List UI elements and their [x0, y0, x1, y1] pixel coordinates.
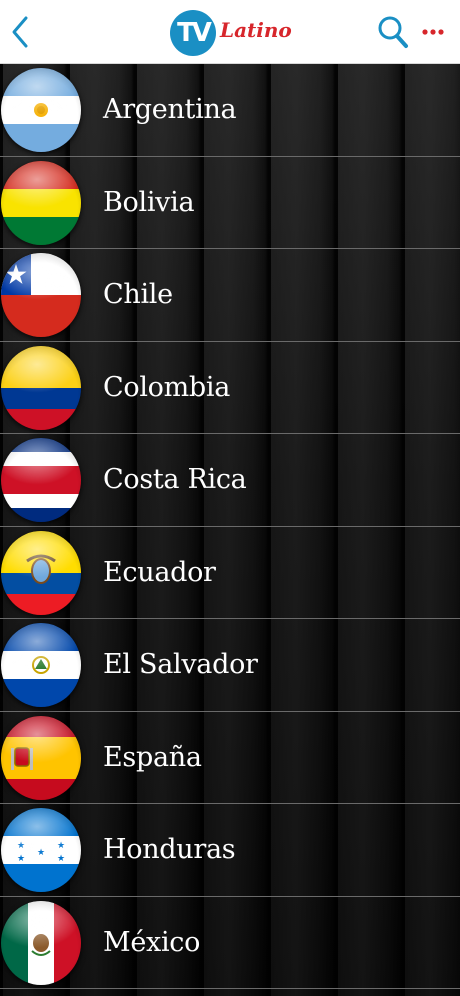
colombia-flag-icon	[1, 345, 81, 430]
search-button[interactable]	[376, 14, 410, 50]
country-name: El Salvador	[103, 649, 258, 680]
country-name: Honduras	[103, 834, 236, 865]
more-options-button[interactable]	[420, 20, 446, 44]
bolivia-flag-icon	[1, 160, 81, 245]
svg-text:★: ★	[57, 841, 65, 851]
country-row-honduras[interactable]: ★ ★ ★ ★ ★ Honduras	[0, 804, 460, 897]
mexico-flag-icon	[1, 900, 81, 985]
country-list: Argentina Bolivia Chile Colombia Costa R…	[0, 64, 460, 996]
app-logo: TV Latino	[170, 8, 292, 56]
top-bar: TV Latino	[0, 0, 460, 64]
country-row-chile[interactable]: Chile	[0, 249, 460, 342]
country-row-costa-rica[interactable]: Costa Rica	[0, 434, 460, 527]
country-row-colombia[interactable]: Colombia	[0, 342, 460, 434]
country-row-espana[interactable]: España	[0, 712, 460, 804]
search-icon	[378, 16, 408, 48]
country-row-ecuador[interactable]: Ecuador	[0, 527, 460, 619]
svg-text:★: ★	[57, 854, 65, 864]
country-row-mexico[interactable]: México	[0, 897, 460, 989]
logo-tv-badge: TV	[170, 10, 216, 56]
app-screen: TV Latino Argentina Bolivia Chile Colomb…	[0, 0, 460, 996]
country-name: Ecuador	[103, 556, 216, 588]
chile-flag-icon	[1, 253, 81, 337]
back-button[interactable]	[6, 12, 36, 52]
country-row-bolivia[interactable]: Bolivia	[0, 157, 460, 249]
logo-wordmark: Latino	[220, 18, 292, 42]
country-name: España	[103, 741, 202, 773]
country-name: Costa Rica	[103, 464, 247, 495]
el-salvador-flag-icon	[1, 623, 81, 707]
country-name: México	[103, 926, 201, 958]
country-name: Argentina	[103, 94, 237, 125]
honduras-flag-icon: ★ ★ ★ ★ ★	[1, 808, 81, 892]
country-name: Chile	[103, 279, 173, 310]
ecuador-flag-icon	[1, 530, 81, 615]
country-name: Colombia	[103, 371, 231, 403]
country-row-el-salvador[interactable]: El Salvador	[0, 619, 460, 712]
chevron-left-icon	[12, 16, 28, 48]
more-dots-icon	[422, 29, 444, 35]
svg-text:★: ★	[37, 848, 45, 858]
costa-rica-flag-icon	[1, 438, 81, 522]
country-name: Bolivia	[103, 186, 195, 218]
svg-text:★: ★	[17, 854, 25, 864]
country-row-argentina[interactable]: Argentina	[0, 64, 460, 157]
argentina-flag-icon	[1, 68, 81, 152]
svg-text:★: ★	[17, 841, 25, 851]
spain-flag-icon	[1, 715, 81, 800]
